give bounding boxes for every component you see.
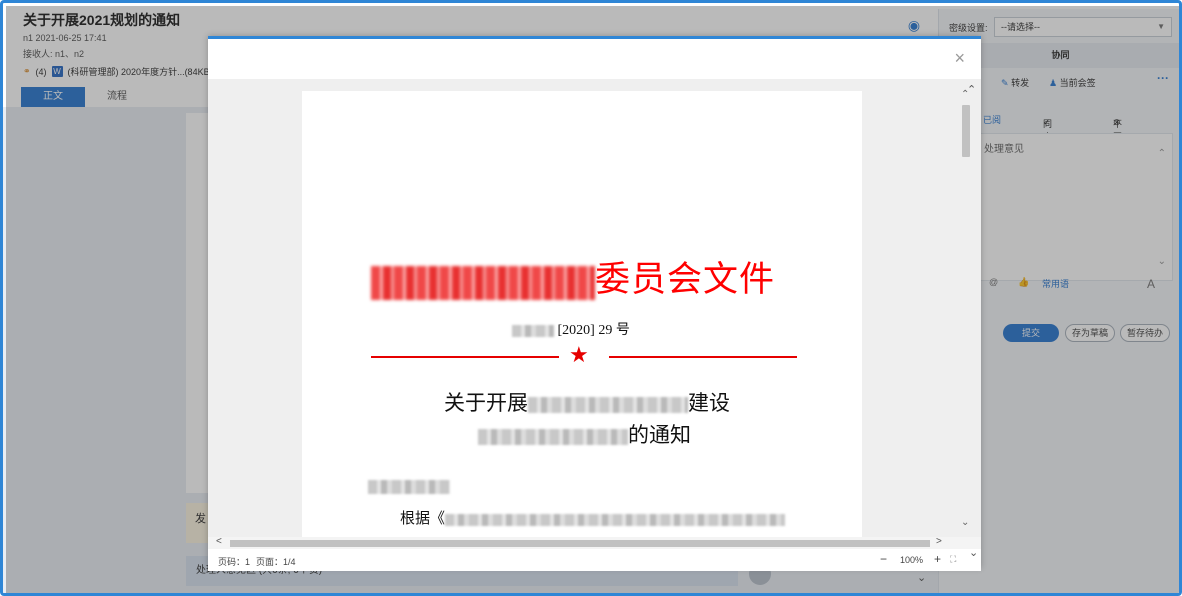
document-page: 委员会文件 [2020] 29 号 ★ 关于开展 建设 的通知 根据《 (302, 91, 862, 537)
scroll-thumb[interactable] (962, 105, 970, 157)
redacted-salutation (368, 479, 450, 494)
horizontal-scroll-thumb[interactable] (230, 540, 930, 547)
close-icon[interactable]: × (954, 49, 965, 67)
fit-page-icon[interactable]: ⛶ (950, 554, 956, 565)
scroll-right-icon[interactable]: > (936, 536, 942, 547)
scroll-down-icon[interactable]: ⌄ (961, 517, 969, 528)
doc-number-text: [2020] 29 号 (557, 323, 630, 338)
doc-body-prefix: 根据《 (400, 511, 446, 527)
doc-title-suffix-2: 的通知 (628, 423, 691, 447)
horizontal-scrollbar[interactable]: < > (208, 536, 981, 549)
redacted-body (445, 513, 786, 526)
outer-scroll-down-icon[interactable]: ⌄ (969, 546, 978, 559)
document-viewport: 委员会文件 [2020] 29 号 ★ 关于开展 建设 的通知 根据《 ⌃ ⌄ (208, 79, 981, 537)
document-viewer-modal: × 委员会文件 [2020] 29 号 ★ 关于开展 建设 的通知 根据《 ⌃ ⌄… (208, 36, 981, 571)
zoom-out-button[interactable]: − (880, 552, 887, 566)
doc-title-line-2: 的通知 (478, 419, 691, 449)
red-rule-left (371, 356, 559, 358)
app-window: 关于开展2021规划的通知 n1 2021-06-25 17:41 接收人: n… (0, 0, 1182, 596)
redacted-title-part (528, 397, 688, 414)
star-icon: ★ (569, 342, 589, 367)
doc-title-prefix: 关于开展 (444, 391, 528, 415)
page-count: 页面：1/4 (256, 557, 296, 567)
doc-body-line: 根据《 (400, 507, 786, 528)
vertical-scrollbar[interactable]: ⌃ ⌄ (961, 89, 971, 533)
doc-number: [2020] 29 号 (512, 319, 630, 339)
outer-scroll-up-icon[interactable]: ⌃ (967, 83, 976, 96)
doc-title-line-1: 关于开展 建设 (444, 387, 730, 417)
page-number: 页码：1 (218, 557, 251, 567)
doc-title-suffix-1: 建设 (688, 391, 730, 415)
viewer-status-bar: 页码：1 页面：1/4 − 100% + ⛶ (208, 549, 981, 571)
redacted-prefix (512, 324, 554, 337)
doc-salutation (368, 479, 450, 494)
redacted-title-part-2 (478, 429, 628, 446)
zoom-level: 100% (900, 555, 924, 565)
doc-header: 委员会文件 (371, 251, 775, 302)
red-rule-right (609, 356, 797, 358)
zoom-in-button[interactable]: + (934, 552, 941, 566)
redacted-org-name (371, 265, 595, 300)
scroll-left-icon[interactable]: < (216, 536, 222, 547)
doc-header-suffix: 委员会文件 (595, 260, 776, 299)
